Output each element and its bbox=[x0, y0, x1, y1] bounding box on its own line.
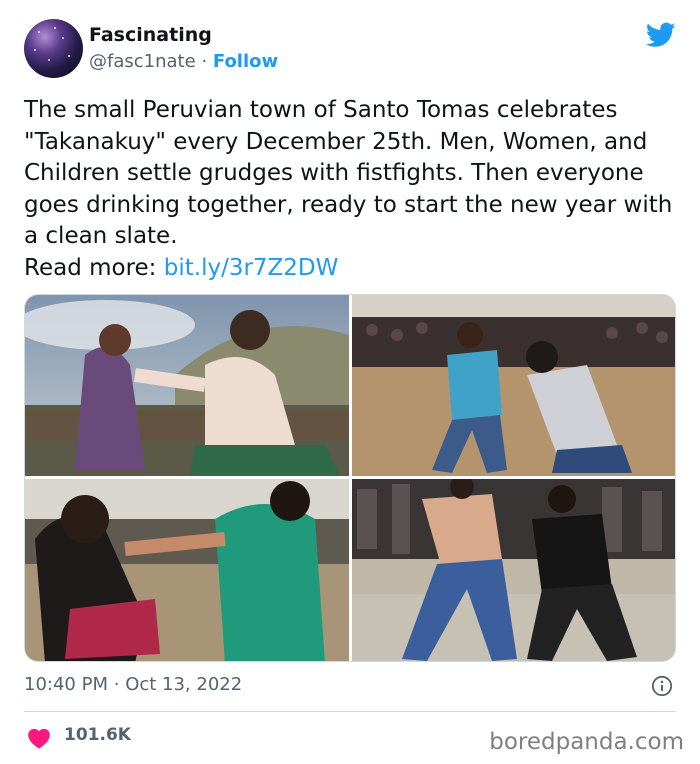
photo-4[interactable] bbox=[352, 479, 675, 661]
tweet-time: 10:40 PM bbox=[24, 674, 108, 695]
watermark: boredpanda.com bbox=[489, 729, 684, 755]
tweet-timestamp[interactable]: 10:40 PM · Oct 13, 2022 bbox=[24, 674, 242, 695]
like-count[interactable]: 101.6K bbox=[64, 725, 131, 745]
photo-1[interactable] bbox=[25, 295, 349, 476]
avatar[interactable] bbox=[24, 19, 83, 78]
tweet-body: The small Peruvian town of Santo Tomas c… bbox=[24, 97, 673, 281]
tweet-date: Oct 13, 2022 bbox=[125, 674, 243, 695]
divider bbox=[24, 711, 676, 712]
tweet-text: The small Peruvian town of Santo Tomas c… bbox=[24, 95, 674, 284]
tweet-link[interactable]: bit.ly/3r7Z2DW bbox=[164, 255, 339, 281]
heart-icon[interactable] bbox=[27, 727, 51, 749]
info-icon[interactable] bbox=[651, 675, 673, 697]
separator-dot: · bbox=[201, 51, 208, 72]
author-handle[interactable]: @fasc1nate bbox=[89, 51, 196, 72]
media-grid bbox=[24, 294, 676, 662]
author-display-name[interactable]: Fascinating bbox=[89, 24, 212, 46]
photo-3[interactable] bbox=[25, 479, 349, 661]
photo-2[interactable] bbox=[352, 295, 675, 476]
timestamp-separator: · bbox=[113, 674, 120, 695]
follow-button[interactable]: Follow bbox=[213, 51, 278, 72]
twitter-bird-icon[interactable] bbox=[646, 22, 676, 48]
author-handle-row: @fasc1nate · Follow bbox=[89, 51, 278, 72]
